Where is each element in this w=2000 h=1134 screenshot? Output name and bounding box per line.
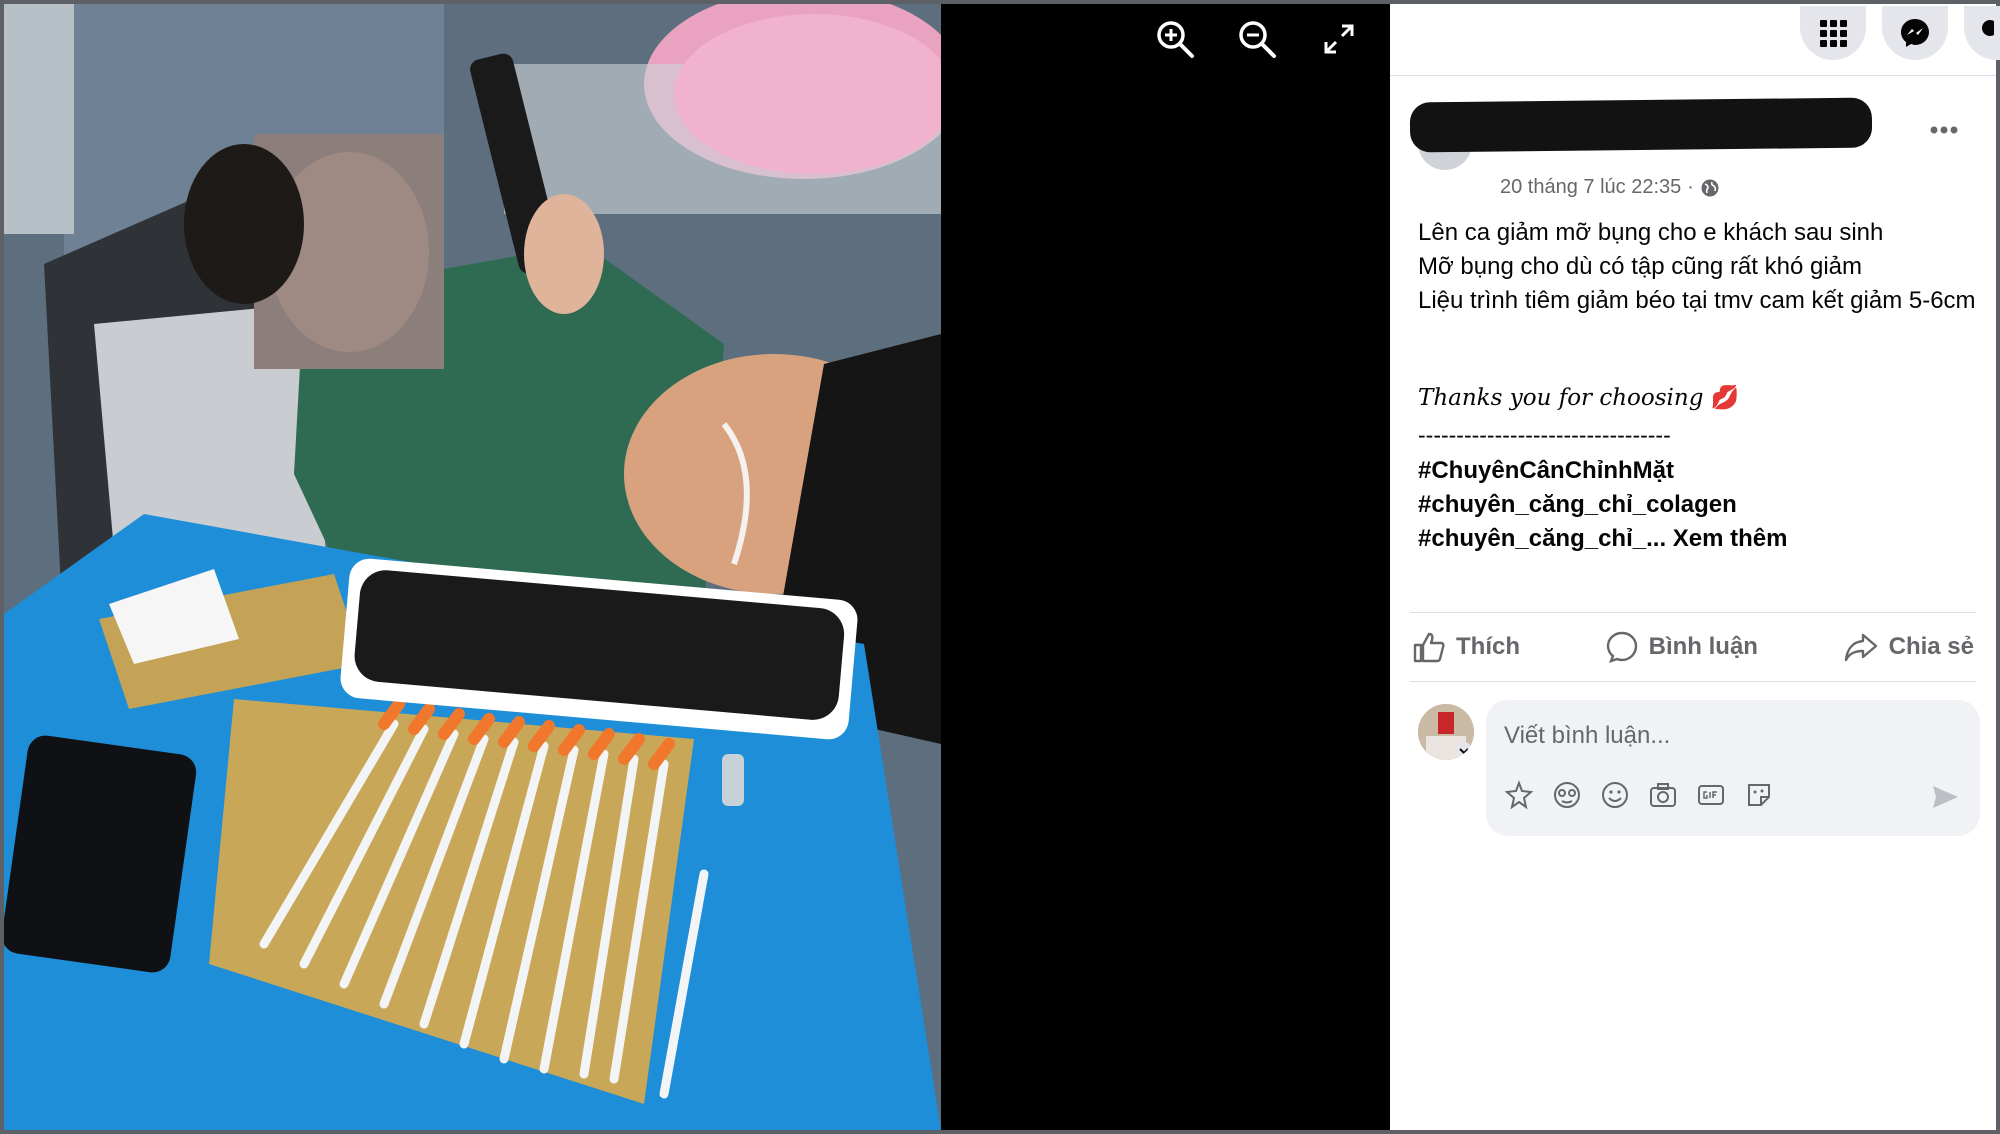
like-button[interactable]: Thích <box>1412 631 1520 663</box>
redacted-author-name <box>1409 97 1873 153</box>
sticker-icon[interactable] <box>1744 780 1774 810</box>
see-more-link[interactable]: Xem thêm <box>1673 525 1788 552</box>
zoom-in-icon[interactable] <box>1154 18 1196 60</box>
post-line: Mỡ bụng cho dù có tập cũng rất khó giảm <box>1418 253 1862 280</box>
comment-bubble-icon <box>1606 631 1637 663</box>
current-user-avatar[interactable] <box>1418 704 1474 760</box>
comment-button[interactable]: Bình luận <box>1605 630 1758 664</box>
sticker-face-icon[interactable] <box>1552 780 1582 810</box>
avatar-image <box>1418 704 1474 760</box>
fullscreen-icon[interactable] <box>1318 18 1360 60</box>
avatar-sticker-icon[interactable] <box>1504 780 1534 810</box>
messenger-button[interactable] <box>1882 6 1948 60</box>
post-panel: 20 tháng 7 lúc 22:35 · Lên ca giảm mỡ bụ… <box>1390 4 2000 1130</box>
post-actions: Thích Bình luận Chia sẻ <box>1410 612 1976 682</box>
thumbs-up-icon <box>1413 632 1445 663</box>
send-icon[interactable] <box>1930 782 1960 812</box>
more-horizontal-icon <box>1930 126 1958 134</box>
comment-input[interactable] <box>1504 722 1944 750</box>
post-photo <box>4 4 941 1130</box>
post-line: Lên ca giảm mỡ bụng cho e khách sau sinh <box>1418 219 1884 246</box>
messenger-icon <box>1901 19 1929 47</box>
photo-viewer <box>4 4 1390 1130</box>
meta-separator: · <box>1687 176 1694 198</box>
hashtag-list: #ChuyênCânChỉnhMặt #chuyên_căng_chỉ_cola… <box>1418 454 1787 556</box>
share-arrow-icon <box>1844 633 1877 662</box>
camera-icon[interactable] <box>1648 780 1678 810</box>
hashtag[interactable]: #ChuyênCânChỉnhMặt <box>1418 454 1787 488</box>
share-button[interactable]: Chia sẻ <box>1843 631 1974 663</box>
zoom-out-icon[interactable] <box>1236 18 1278 60</box>
account-button[interactable] <box>1964 6 2000 60</box>
comment-label: Bình luận <box>1648 633 1758 660</box>
thanks-text: Thanks you for choosing <box>1418 385 1704 411</box>
viewer-toolbar <box>1154 18 1360 60</box>
post-timestamp[interactable]: 20 tháng 7 lúc 22:35 <box>1500 176 1681 199</box>
post-options-button[interactable] <box>1924 110 1964 150</box>
share-label: Chia sẻ <box>1888 633 1974 660</box>
divider-dashes: --------------------------------- <box>1418 422 1671 448</box>
menu-button[interactable] <box>1800 6 1866 60</box>
thanks-line: Thanks you for choosing 💋 <box>1418 384 1739 411</box>
post-meta: 20 tháng 7 lúc 22:35 · <box>1500 176 1720 199</box>
hashtag[interactable]: #chuyên_căng_chỉ_colagen <box>1418 488 1787 522</box>
comment-composer <box>1486 700 1980 836</box>
like-label: Thích <box>1456 633 1520 660</box>
post-photo-image <box>4 4 941 1130</box>
composer-tools <box>1504 780 1774 810</box>
gif-icon[interactable] <box>1696 780 1726 810</box>
top-bar <box>1390 4 2000 76</box>
grid-menu-icon <box>1820 20 1847 47</box>
globe-icon[interactable] <box>1700 178 1720 198</box>
hashtag[interactable]: #chuyên_căng_chỉ_... <box>1418 525 1666 552</box>
avatar-partial-icon <box>1982 20 1994 36</box>
kiss-emoji: 💋 <box>1710 385 1740 411</box>
emoji-icon[interactable] <box>1600 780 1630 810</box>
post-line: Liệu trình tiêm giảm béo tại tmv cam kết… <box>1418 287 1976 314</box>
post-body: Lên ca giảm mỡ bụng cho e khách sau sinh… <box>1418 216 1978 318</box>
